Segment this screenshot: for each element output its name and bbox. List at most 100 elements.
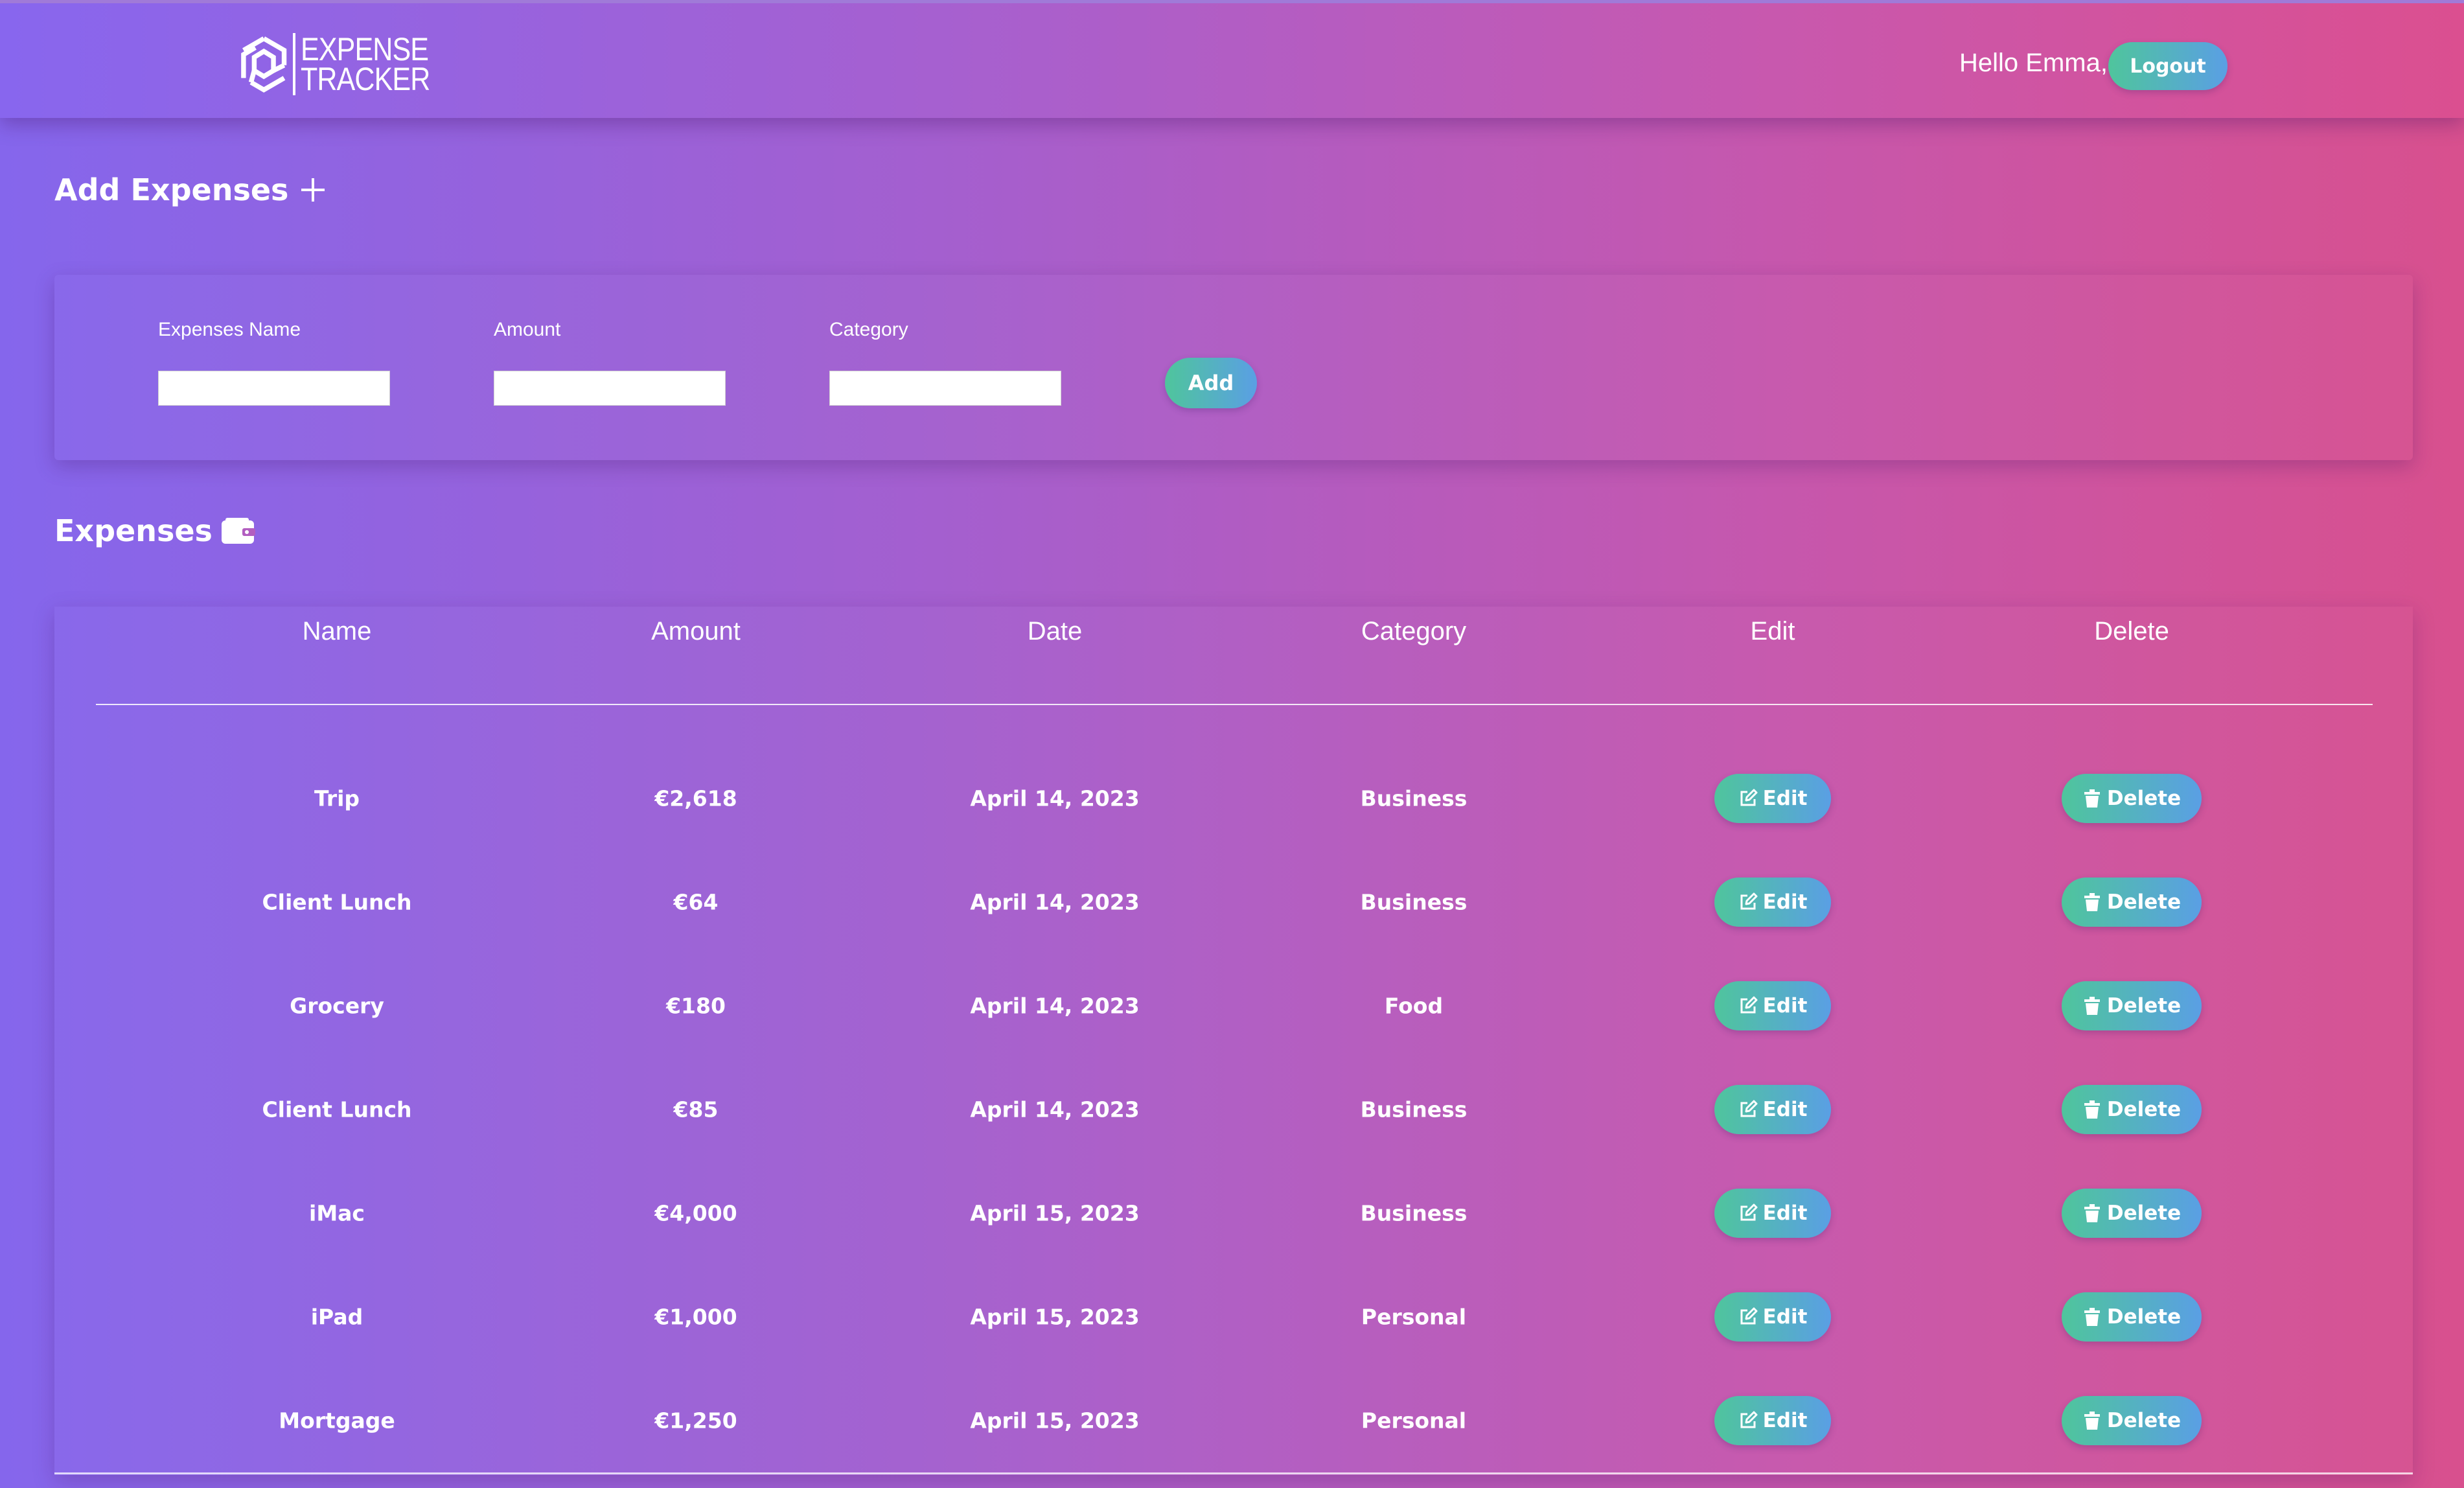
expense-date-cell: April 15, 2023 [970,1408,1140,1434]
logout-button[interactable]: Logout [2108,42,2228,90]
category-label: Category [829,319,908,340]
pencil-square-icon [1740,1203,1758,1221]
expense-name-cell: Mortgage [279,1408,395,1434]
pencil-square-icon [1740,789,1758,806]
edit-button-label: Edit [1762,1409,1808,1432]
amount-input[interactable] [494,371,726,406]
add-expense-form: Expenses Name Amount Category Add [54,275,2413,460]
pencil-square-icon [1740,1307,1758,1325]
column-header-amount: Amount [651,617,741,645]
expense-amount-cell: €64 [673,889,719,915]
edit-button[interactable]: Edit [1714,1189,1831,1238]
trash-icon [2084,997,2100,1015]
expense-amount-cell: €180 [666,993,726,1019]
expense-name-label: Expenses Name [158,319,301,340]
wallet-icon [221,518,255,544]
delete-button-label: Delete [2106,1202,2182,1225]
table-header-divider [96,704,2373,705]
expenses-heading: Expenses [54,513,257,548]
expense-amount-cell: €85 [673,1097,719,1122]
table-row: Grocery €180 April 14, 2023 Food Edit De… [0,973,2464,1038]
edit-button[interactable]: Edit [1714,981,1831,1030]
edit-button-label: Edit [1762,1202,1808,1225]
expense-date-cell: April 14, 2023 [970,993,1140,1019]
expense-date-cell: April 15, 2023 [970,1200,1140,1226]
delete-button[interactable]: Delete [2062,1292,2202,1342]
logo-line-2: TRACKER [301,61,430,97]
expense-date-cell: April 15, 2023 [970,1304,1140,1330]
delete-button[interactable]: Delete [2062,1085,2202,1134]
delete-button-label: Delete [2106,1409,2182,1432]
edit-button[interactable]: Edit [1714,1396,1831,1445]
delete-button[interactable]: Delete [2062,1396,2202,1445]
add-expense-button[interactable]: Add [1165,358,1257,408]
trash-icon [2084,1308,2100,1326]
edit-button-label: Edit [1762,994,1808,1017]
delete-button-label: Delete [2106,1098,2182,1121]
expense-amount-cell: €1,000 [654,1304,737,1330]
edit-button[interactable]: Edit [1714,774,1831,823]
edit-button-label: Edit [1762,890,1808,914]
expense-date-cell: April 14, 2023 [970,785,1140,811]
expense-name-cell: iMac [309,1200,365,1226]
column-header-edit: Edit [1750,617,1795,645]
expense-date-cell: April 14, 2023 [970,1097,1140,1122]
expense-name-input[interactable] [158,371,390,406]
delete-button-label: Delete [2106,787,2182,810]
delete-button[interactable]: Delete [2062,981,2202,1030]
edit-button-label: Edit [1762,1098,1808,1121]
expense-name-cell: Grocery [290,993,384,1019]
expense-name-cell: iPad [310,1304,363,1330]
delete-button[interactable]: Delete [2062,1189,2202,1238]
column-header-delete: Delete [2094,617,2169,645]
expense-category-cell: Food [1384,993,1444,1019]
delete-button[interactable]: Delete [2062,878,2202,927]
user-greeting: Hello Emma, [1959,49,2108,77]
trash-icon [2084,1100,2100,1119]
pencil-square-icon [1740,1411,1758,1428]
top-navbar: EXPENSE TRACKER Hello Emma, Logout [0,0,2464,118]
expense-category-cell: Business [1360,1200,1468,1226]
trash-icon [2084,1412,2100,1430]
logo-line-1: EXPENSE [301,31,429,67]
expense-amount-cell: €4,000 [654,1200,737,1226]
hexagon-logo-icon [241,36,287,93]
table-row: iMac €4,000 April 15, 2023 Business Edit… [0,1181,2464,1246]
column-header-date: Date [1027,617,1083,645]
pencil-square-icon [1740,996,1758,1014]
edit-button[interactable]: Edit [1714,878,1831,927]
edit-button-label: Edit [1762,787,1808,810]
expense-name-cell: Client Lunch [262,889,412,915]
table-bottom-divider [54,1472,2413,1474]
expenses-title: Expenses [54,513,213,548]
trash-icon [2084,789,2100,808]
table-row: Trip €2,618 April 14, 2023 Business Edit… [0,766,2464,831]
table-row: Mortgage €1,250 April 15, 2023 Personal … [0,1388,2464,1453]
expense-category-cell: Business [1360,1097,1468,1122]
delete-button-label: Delete [2106,890,2182,914]
delete-button-label: Delete [2106,994,2182,1017]
expense-category-cell: Business [1360,785,1468,811]
edit-button-label: Edit [1762,1305,1808,1329]
pencil-square-icon [1740,1100,1758,1117]
add-expenses-heading: Add Expenses [54,172,327,207]
expense-name-cell: Client Lunch [262,1097,412,1122]
expense-amount-cell: €1,250 [654,1408,737,1434]
category-input[interactable] [829,371,1061,406]
app-logo[interactable]: EXPENSE TRACKER [237,32,451,97]
expense-category-cell: Business [1360,889,1468,915]
add-expenses-title: Add Expenses [54,172,289,207]
trash-icon [2084,1204,2100,1222]
edit-button[interactable]: Edit [1714,1292,1831,1342]
column-header-category: Category [1361,617,1467,645]
expense-amount-cell: €2,618 [654,785,737,811]
delete-button[interactable]: Delete [2062,774,2202,823]
table-row: Client Lunch €64 April 14, 2023 Business… [0,870,2464,935]
table-row: iPad €1,000 April 15, 2023 Personal Edit… [0,1285,2464,1349]
edit-button[interactable]: Edit [1714,1085,1831,1134]
delete-button-label: Delete [2106,1305,2182,1329]
table-row: Client Lunch €85 April 14, 2023 Business… [0,1077,2464,1142]
expense-category-cell: Personal [1361,1408,1467,1434]
amount-label: Amount [494,319,561,340]
plus-icon [301,178,325,202]
